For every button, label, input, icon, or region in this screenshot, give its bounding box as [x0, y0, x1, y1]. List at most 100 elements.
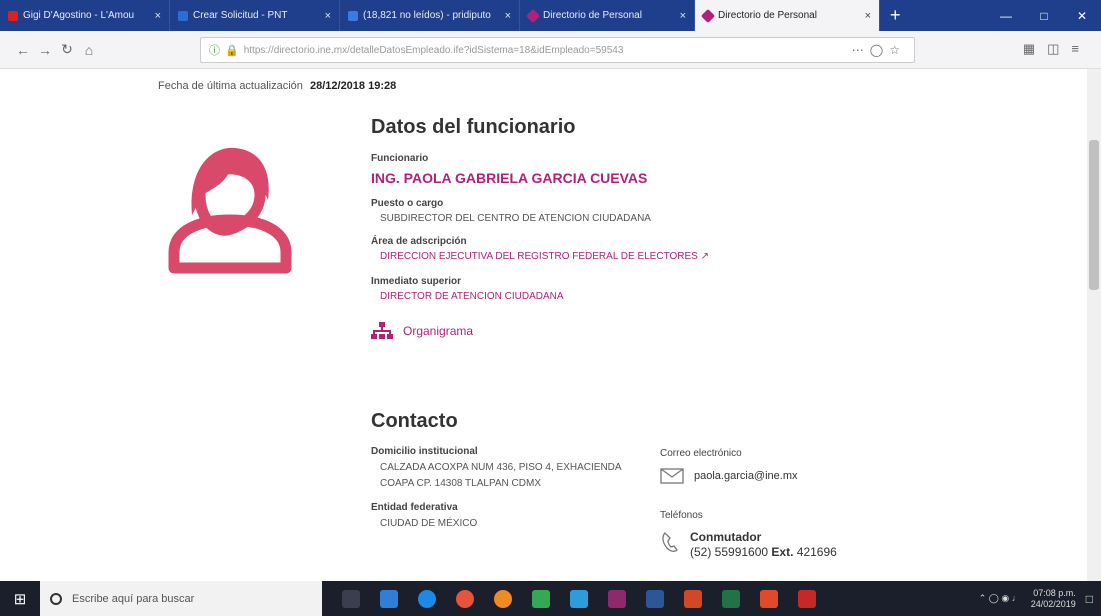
section-title-funcionario: Datos del funcionario [371, 116, 576, 138]
edge-icon[interactable] [418, 589, 436, 608]
toolbar-right: ▦◫≡ [1023, 41, 1091, 57]
external-link-icon[interactable]: ↗ [701, 251, 709, 262]
firefox-icon[interactable] [494, 589, 512, 608]
ine-icon [700, 8, 716, 23]
close-tab-icon[interactable]: × [865, 10, 871, 22]
close-tab-icon[interactable]: × [155, 10, 161, 22]
avatar [160, 140, 300, 280]
close-tab-icon[interactable]: × [325, 10, 331, 22]
email-row: paola.garcia@ine.mx [660, 468, 798, 484]
info-icon[interactable]: ⓘ [209, 42, 220, 58]
area-label: Área de adscripción [371, 236, 467, 247]
scrollbar-thumb[interactable] [1089, 140, 1099, 290]
tab-title: Gigi D'Agostino - L'Amou [23, 10, 135, 21]
superior-label: Inmediato superior [371, 276, 462, 287]
page-actions-icon[interactable]: ⋯ [852, 43, 870, 57]
pocket-icon[interactable]: ◯ [870, 43, 889, 57]
photoshop-icon[interactable] [570, 589, 588, 608]
phone-row: Conmutador (52) 55991600 Ext. 421696 [660, 530, 837, 560]
close-tab-icon[interactable]: × [680, 10, 686, 22]
taskbar-search[interactable]: Escribe aquí para buscar [40, 581, 322, 616]
taskbar: ⊞ Escribe aquí para buscar ⌃ ◯ ◉ ♩ 07:08… [0, 581, 1101, 616]
bookmark-star-icon[interactable]: ☆ [889, 43, 906, 57]
phone-icon [662, 532, 678, 552]
close-window-icon[interactable]: ✕ [1063, 9, 1101, 23]
domicilio-label: Domicilio institucional [371, 446, 478, 457]
lock-icon: 🔒 [225, 44, 239, 57]
superior-link[interactable]: DIRECTOR DE ATENCION CIUDADANA [380, 291, 564, 302]
ine-icon [525, 8, 541, 23]
phone-number: (52) 55991600 [690, 545, 769, 559]
envelope-icon [660, 468, 684, 484]
home-icon[interactable]: ⌂ [78, 42, 100, 58]
acrobat-icon[interactable] [798, 589, 816, 608]
navigation-bar: ← → ↻ ⌂ ⓘ 🔒 https://directorio.ine.mx/de… [0, 31, 1101, 69]
browser-tab[interactable]: Crear Solicitud - PNT × [170, 0, 340, 31]
ext-value: 421696 [796, 545, 837, 559]
entidad-value: CIUDAD DE MÉXICO [380, 518, 478, 529]
back-icon[interactable]: ← [12, 42, 34, 58]
browser-tab[interactable]: Directorio de Personal × [520, 0, 695, 31]
new-tab-button[interactable]: + [880, 0, 911, 31]
org-chart-icon [371, 322, 393, 339]
minimize-icon[interactable]: — [987, 9, 1025, 23]
email-value[interactable]: paola.garcia@ine.mx [694, 470, 798, 482]
puesto-label: Puesto o cargo [371, 198, 444, 209]
pinned-apps [332, 589, 826, 608]
app-icon[interactable] [760, 589, 778, 608]
windows-start-icon[interactable]: ⊞ [0, 590, 40, 608]
organigrama-link[interactable]: Organigrama [371, 322, 473, 340]
last-update-label: Fecha de última actualización [158, 80, 303, 92]
browser-tab-active[interactable]: Directorio de Personal × [695, 0, 880, 31]
ext-label: Ext. [771, 545, 794, 559]
menu-icon[interactable]: ≡ [1071, 41, 1091, 56]
funcionario-name: ING. PAOLA GABRIELA GARCIA CUEVAS [371, 170, 648, 186]
notification-tray-icon[interactable]: ⌃ ◯ ◉ ♩ [979, 593, 1021, 604]
pnt-icon [178, 10, 188, 21]
last-update: Fecha de última actualización 28/12/2018… [158, 80, 396, 92]
correo-label: Correo electrónico [660, 448, 742, 459]
funcionario-label: Funcionario [371, 153, 429, 164]
maximize-icon[interactable]: □ [1025, 9, 1063, 23]
word-icon[interactable] [646, 589, 664, 608]
tab-title: (18,821 no leídos) - pridiputo [363, 10, 491, 21]
browser-tab[interactable]: Gigi D'Agostino - L'Amou × [0, 0, 170, 31]
indesign-icon[interactable] [608, 589, 626, 608]
section-title-contacto: Contacto [371, 410, 458, 432]
cortana-icon[interactable] [50, 592, 62, 605]
app-icon[interactable] [532, 589, 550, 608]
reload-icon[interactable]: ↻ [56, 41, 78, 58]
close-tab-icon[interactable]: × [505, 10, 511, 22]
system-tray: ⌃ ◯ ◉ ♩ 07:08 p.m. 24/02/2019 □ [979, 588, 1101, 610]
chrome-icon[interactable] [456, 589, 474, 608]
clock-time: 07:08 p.m. [1033, 587, 1076, 598]
library-icon[interactable]: ▦ [1023, 41, 1047, 56]
excel-icon[interactable] [722, 589, 740, 608]
organigrama-label[interactable]: Organigrama [403, 324, 473, 338]
url-text[interactable]: https://directorio.ine.mx/detalleDatosEm… [244, 45, 852, 56]
search-placeholder[interactable]: Escribe aquí para buscar [72, 593, 194, 605]
window-controls: — □ ✕ [987, 0, 1101, 31]
forward-icon[interactable]: → [34, 42, 56, 58]
tab-title: Crear Solicitud - PNT [193, 10, 288, 21]
tab-title: Directorio de Personal [718, 10, 817, 21]
area-value[interactable]: DIRECCION EJECUTIVA DEL REGISTRO FEDERAL… [380, 251, 698, 262]
browser-tab-bar: Gigi D'Agostino - L'Amou × Crear Solicit… [0, 0, 1101, 31]
entidad-label: Entidad federativa [371, 502, 458, 513]
store-icon[interactable] [380, 589, 398, 608]
action-center-icon[interactable]: □ [1086, 592, 1093, 606]
puesto-value: SUBDIRECTOR DEL CENTRO DE ATENCION CIUDA… [380, 213, 651, 224]
last-update-value: 28/12/2018 19:28 [309, 80, 397, 92]
address-bar[interactable]: ⓘ 🔒 https://directorio.ine.mx/detalleDat… [200, 37, 915, 63]
sidebar-icon[interactable]: ◫ [1047, 41, 1071, 56]
clock[interactable]: 07:08 p.m. 24/02/2019 [1031, 588, 1076, 610]
youtube-icon [8, 10, 18, 21]
conmutador-label: Conmutador [690, 530, 762, 544]
domicilio-line1: CALZADA ACOXPA NUM 436, PISO 4, EXHACIEN… [380, 462, 622, 473]
area-link[interactable]: DIRECCION EJECUTIVA DEL REGISTRO FEDERAL… [380, 251, 709, 262]
tab-title: Directorio de Personal [543, 10, 642, 21]
powerpoint-icon[interactable] [684, 589, 702, 608]
browser-tab[interactable]: (18,821 no leídos) - pridiputo × [340, 0, 520, 31]
task-view-icon[interactable] [342, 589, 360, 608]
telefonos-label: Teléfonos [660, 510, 703, 521]
